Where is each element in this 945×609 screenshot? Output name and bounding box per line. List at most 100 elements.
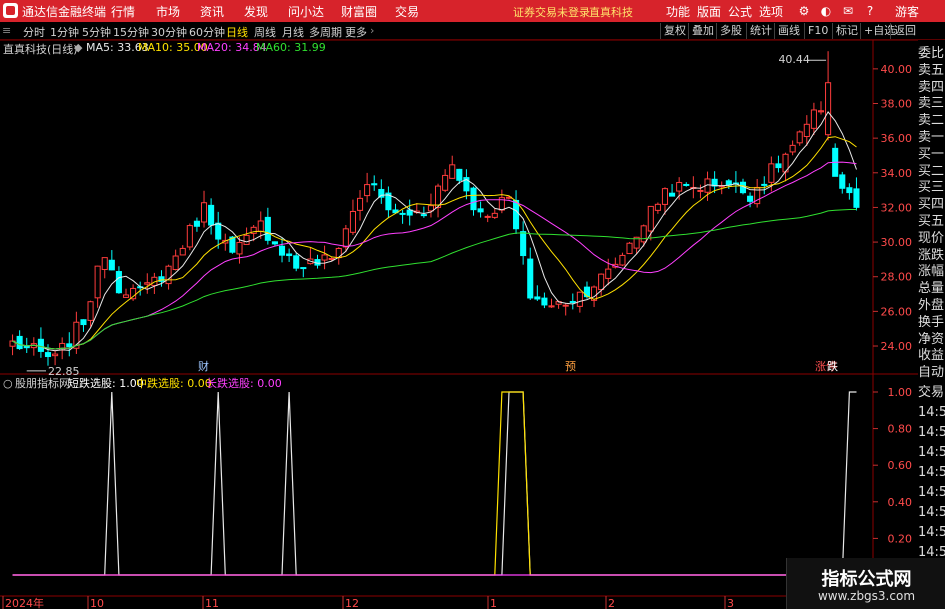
- candle-body: [37, 338, 44, 352]
- period-more[interactable]: 更多: [345, 24, 367, 40]
- low-price-label: 22.85: [48, 365, 80, 378]
- candle-body: [853, 188, 860, 208]
- period-15min[interactable]: 15分钟: [113, 24, 149, 40]
- candle-body: [442, 174, 449, 191]
- side-panel-item[interactable]: 自动: [918, 365, 945, 385]
- btn-biaoji[interactable]: 标记: [832, 23, 861, 39]
- menu-faxian[interactable]: 发现: [244, 3, 268, 20]
- period-30min[interactable]: 30分钟: [151, 24, 187, 40]
- period-1min[interactable]: 1分钟: [50, 24, 79, 40]
- candle-body: [165, 265, 172, 285]
- settings-icon[interactable]: ⚙: [796, 3, 812, 19]
- price-tick-label: 34.00: [881, 167, 913, 180]
- watermark-url: www.zbgs3.com: [817, 589, 916, 603]
- side-panel-item: 14:56: [918, 505, 945, 521]
- candle-body: [80, 319, 87, 326]
- period-fenshi[interactable]: 分时: [23, 24, 45, 40]
- candle-body: [349, 210, 356, 233]
- candle-body: [647, 205, 654, 232]
- btn-duogu[interactable]: 多股: [716, 23, 745, 39]
- side-panel-item: 涨幅: [918, 264, 945, 280]
- period-5min[interactable]: 5分钟: [82, 24, 111, 40]
- candle-body: [661, 188, 669, 205]
- candle-body: [236, 241, 243, 255]
- side-panel-item: 现价: [918, 230, 945, 246]
- candle-body: [371, 183, 378, 186]
- candle-body: [676, 182, 683, 192]
- kline-chart[interactable]: 24.00 26.00 28.00 30.00 32.00 34.00 36.00 38.00…: [0, 40, 918, 609]
- user-name[interactable]: 游客: [895, 3, 919, 20]
- candle-body: [491, 212, 498, 218]
- period-monthly[interactable]: 月线: [282, 24, 304, 40]
- candle-body: [200, 202, 208, 223]
- ma60-line: [12, 209, 857, 350]
- candle-body: [186, 225, 193, 248]
- chevron-right-icon[interactable]: ›: [370, 24, 374, 37]
- skin-icon[interactable]: ◐: [818, 3, 834, 19]
- side-panel-item: 卖五: [918, 62, 945, 78]
- side-panel-item[interactable]: 交易: [918, 385, 945, 405]
- ma10-line: [12, 136, 857, 350]
- candle-body: [803, 123, 810, 138]
- period-daily[interactable]: 日线: [226, 24, 248, 40]
- period-60min[interactable]: 60分钟: [189, 24, 225, 40]
- date-tick-label: 2: [608, 597, 615, 609]
- candle-body: [59, 342, 66, 351]
- btn-f10[interactable]: F10: [804, 23, 831, 39]
- toolbar-menu-icon[interactable]: ≡: [2, 24, 11, 37]
- btn-back[interactable]: 返回: [890, 23, 919, 39]
- indicator-legend-item: 中跌选股: 0.00: [136, 376, 212, 390]
- menu-wenxiaoda[interactable]: 问小达: [288, 3, 324, 20]
- indicator-tick-label: 0.40: [888, 496, 913, 509]
- period-multi[interactable]: 多周期: [309, 24, 342, 40]
- candle-body: [747, 195, 754, 202]
- indicator-name: 股朋指标网: [15, 376, 70, 390]
- menu-banmian[interactable]: 版面: [697, 3, 721, 20]
- candle-body: [108, 259, 115, 271]
- indicator-legend-item: 长跌选股: 0.00: [206, 376, 282, 390]
- menu-shichang[interactable]: 市场: [156, 3, 180, 20]
- candle-body: [364, 184, 371, 197]
- candle-body: [101, 257, 108, 270]
- candle-body: [144, 282, 151, 285]
- menu-caifuquan[interactable]: 财富圈: [341, 3, 377, 20]
- candle-body: [243, 234, 250, 245]
- indicator-tick-label: 0.80: [888, 423, 913, 436]
- side-panel-item: 卖四: [918, 79, 945, 95]
- date-tick-label: 12: [345, 597, 359, 609]
- menu-gongneng[interactable]: 功能: [666, 3, 690, 20]
- period-weekly[interactable]: 周线: [254, 24, 276, 40]
- indicator-settings-icon: ○: [3, 377, 13, 390]
- event-marker: 跌: [827, 359, 838, 373]
- candle-body: [548, 305, 555, 308]
- menu-jiaoyi[interactable]: 交易: [395, 3, 419, 20]
- menu-gongshi[interactable]: 公式: [728, 3, 752, 20]
- btn-tongji[interactable]: 统计: [746, 23, 775, 39]
- menu-hangqing[interactable]: 行情: [111, 3, 135, 20]
- candle-body: [342, 228, 349, 248]
- message-icon[interactable]: ✉: [840, 3, 856, 19]
- side-panel-item: 买五: [918, 213, 945, 229]
- candle-body: [562, 304, 569, 307]
- candle-body: [44, 352, 52, 358]
- candle-body: [271, 241, 278, 245]
- side-panel-item: 委比: [918, 46, 945, 61]
- btn-huaxian[interactable]: 画线: [774, 23, 803, 39]
- menu-zixun[interactable]: 资讯: [200, 3, 224, 20]
- event-marker: 预: [565, 360, 576, 373]
- app-logo-icon: [3, 3, 18, 18]
- side-panel-item: 卖二: [918, 113, 945, 129]
- price-tick-label: 32.00: [881, 201, 913, 214]
- date-tick-label: 10: [90, 597, 104, 609]
- login-notice[interactable]: 证券交易未登录: [513, 4, 590, 20]
- side-panel-item: 14:56: [918, 465, 945, 481]
- help-icon[interactable]: ?: [862, 3, 878, 19]
- price-tick-label: 30.00: [881, 236, 913, 249]
- candle-body: [484, 215, 491, 218]
- candle-body: [300, 267, 307, 270]
- date-tick-label: 3: [727, 597, 734, 609]
- btn-diejia[interactable]: 叠加: [688, 23, 717, 39]
- period-toolbar: ≡ 分时 1分钟 5分钟 15分钟 30分钟 60分钟 日线 周线 月线 多周期…: [0, 22, 945, 40]
- menu-xuanxiang[interactable]: 选项: [759, 3, 783, 20]
- btn-fuquan[interactable]: 复权: [660, 23, 689, 39]
